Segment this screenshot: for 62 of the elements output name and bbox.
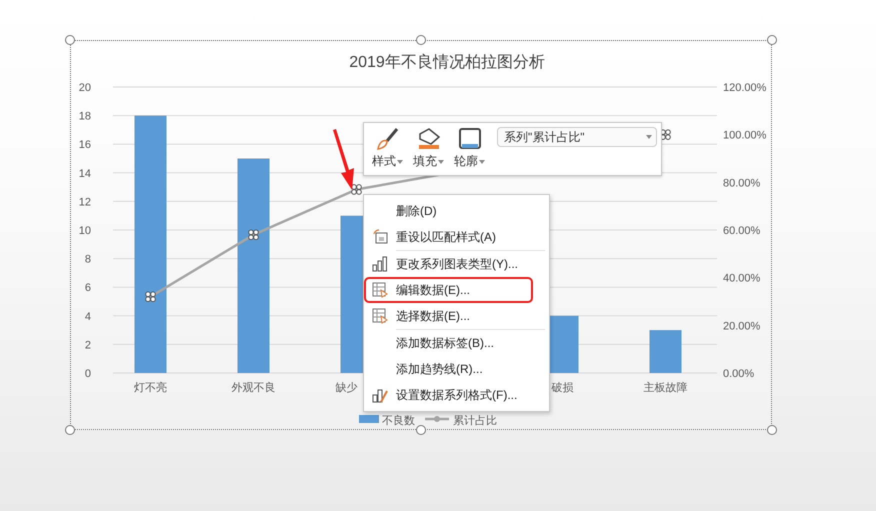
resize-handle[interactable] [416,35,426,45]
axis-label: 12 [78,196,91,208]
category-label: 主板故障 [644,382,688,394]
category-label: 缺少 [336,382,358,394]
menu-item[interactable]: 选择数据(E)... [364,303,549,329]
chart-title: 2019年不良情况柏拉图分析 [349,54,545,71]
axis-label: 60.00% [723,225,760,237]
toolbar-button[interactable]: 轮廓 [452,127,487,170]
axis-label: 20.00% [723,320,760,332]
legend-label: 累计占比 [453,415,497,427]
axis-label: 0 [84,368,91,380]
caret-icon [438,160,444,164]
toolbar-button[interactable]: 填充 [411,127,446,170]
axis-label: 14 [78,168,91,180]
menu-item[interactable]: 编辑数据(E)... [364,277,533,303]
series-select[interactable]: 系列"累计占比" [497,127,657,147]
legend-swatch [425,416,449,422]
menu-item[interactable]: 添加数据标签(B)... [364,330,549,356]
axis-label: 4 [84,310,91,323]
menu-item[interactable]: 删除(D) [364,198,549,224]
bar [650,330,682,373]
legend-label: 不良数 [382,415,415,427]
legend-swatch [359,415,379,423]
axis-label: 18 [78,110,91,123]
axis-label: 2 [84,339,91,352]
axis-label: 100.00% [723,130,766,142]
category-label: 破损 [552,382,574,394]
axis-label: 80.00% [723,177,760,190]
resize-handle[interactable] [65,425,75,435]
axis-label: 40.00% [723,272,760,285]
axis-label: 20 [78,82,91,94]
axis-label: 8 [84,254,91,266]
data-table-icon [372,282,388,298]
menu-item[interactable]: 更改系列图表类型(Y)... [364,251,549,277]
category-label: 外观不良 [232,382,276,394]
resize-handle[interactable] [65,35,75,45]
point-marker[interactable] [351,184,362,195]
category-label: 灯不亮 [134,382,167,394]
menu-item[interactable]: 重设以匹配样式(A) [364,224,549,250]
bar-chart-icon [372,256,388,272]
menu-item[interactable]: 添加趋势线(R)... [364,356,549,382]
menu-item[interactable]: 设置数据系列格式(F)... [364,382,549,408]
resize-handle[interactable] [767,35,777,45]
axis-label: 0.00% [723,368,754,380]
annotation-arrow [330,128,356,192]
format-series-icon [372,387,388,403]
toolbar-button[interactable]: 样式 [370,127,405,170]
axis-label: 6 [84,282,91,294]
axis-label: 16 [78,139,91,152]
caret-icon [397,160,403,164]
outline-icon [456,127,482,151]
axis-label: 120.00% [723,82,766,94]
point-marker[interactable] [248,229,259,240]
data-table-icon [372,308,388,324]
caret-icon [646,135,652,139]
axis-label: 10 [78,225,91,237]
reset-style-icon [372,229,388,245]
resize-handle[interactable] [416,425,426,435]
point-marker[interactable] [145,291,156,302]
brush-icon [374,127,400,151]
caret-icon [479,160,485,164]
resize-handle[interactable] [767,425,777,435]
